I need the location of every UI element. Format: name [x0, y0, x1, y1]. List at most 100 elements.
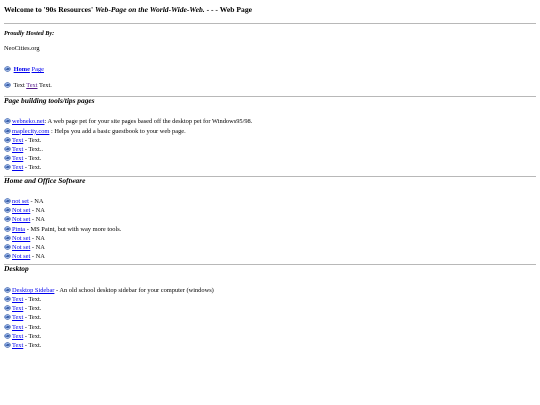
list-item: Text - Text. [4, 163, 536, 172]
item-desc: : A web page pet for your site pages bas… [44, 118, 253, 126]
globe-bullet-icon [4, 146, 11, 152]
list-item: Not set - NA [4, 215, 536, 224]
tools-list: webneko.net: A web page pet for your sit… [4, 117, 536, 172]
globe-bullet-icon [4, 198, 11, 204]
list-item: Text - Text. [4, 295, 536, 304]
home-row: Home Page [4, 66, 536, 73]
globe-bullet-icon [4, 323, 11, 330]
home-link[interactable]: Home [14, 66, 30, 73]
list-item: Text - Text. [4, 323, 536, 332]
section-heading-software: Home and Office Software [4, 175, 86, 185]
item-desc: - Text. [23, 296, 42, 304]
list-item: Text - Text.. [4, 145, 536, 154]
list-item: Text - Text. [4, 154, 536, 163]
desktop-list: Desktop Sidebar - An old school desktop … [4, 286, 536, 350]
item-link[interactable]: Text [12, 314, 23, 321]
item-desc: - NA [28, 198, 44, 206]
item-desc: - NA [30, 216, 45, 224]
item-link[interactable]: Text [12, 324, 23, 331]
item-link[interactable]: Text [12, 305, 23, 312]
item-desc: - MS Paint, but with way more tools. [25, 225, 122, 233]
list-item: Not set - NA [4, 206, 536, 215]
item-desc: - NA [30, 244, 45, 252]
item-desc: - Text. [23, 342, 42, 350]
item-desc: - Text.. [23, 146, 43, 153]
item-desc: - Text. [23, 305, 42, 313]
item-link[interactable]: Text [12, 333, 23, 340]
divider [4, 22, 536, 24]
text-row-link[interactable]: Text [26, 82, 37, 89]
title-plain: Welcome to '90s Resources' [4, 5, 94, 14]
globe-bullet-icon [4, 81, 11, 88]
list-item: Not set - NA [4, 234, 536, 243]
item-link[interactable]: not set [12, 198, 29, 205]
item-link[interactable]: Text [12, 137, 23, 144]
globe-bullet-icon [4, 333, 11, 339]
page-title: Welcome to '90s Resources' Web-Page on t… [4, 4, 536, 15]
globe-bullet-icon [4, 287, 11, 293]
text-row-a: Text [13, 81, 25, 89]
item-link[interactable]: Not set [12, 216, 30, 223]
list-item: Pinta - MS Paint, but with way more tool… [4, 225, 536, 234]
item-link[interactable]: Text [12, 164, 23, 171]
item-desc: - NA [30, 234, 45, 242]
list-item: Text - Text. [4, 136, 536, 145]
item-link[interactable]: maplecity.com [12, 128, 49, 135]
globe-bullet-icon [4, 216, 11, 223]
text-row: Text Text Text. [4, 82, 536, 89]
globe-bullet-icon [4, 342, 11, 348]
list-item: Not set - NA [4, 252, 536, 261]
page: Welcome to '90s Resources' Web-Page on t… [0, 0, 540, 350]
item-desc: : Helps you add a basic guestbook to you… [49, 127, 186, 135]
title-tail: - - - Web Page [206, 5, 252, 14]
item-desc: - Text. [23, 164, 42, 172]
title-italic: Web-Page on the World-Wide-Web. [94, 5, 205, 14]
item-desc: - Text. [23, 314, 42, 322]
software-list: not set - NA Not set - NA Not set - NA Pint… [4, 197, 536, 261]
list-item: Text - Text. [4, 304, 536, 313]
item-link[interactable]: Not set [12, 207, 30, 214]
globe-bullet-icon [4, 253, 11, 259]
text-row-b: Text. [38, 81, 52, 89]
list-item: webneko.net: A web page pet for your sit… [4, 117, 536, 126]
list-item: Not set - NA [4, 243, 536, 252]
globe-bullet-icon [4, 118, 11, 125]
item-desc: - An old school desktop sidebar for your… [54, 286, 214, 294]
globe-bullet-icon [4, 314, 11, 321]
globe-bullet-icon [4, 66, 11, 72]
globe-bullet-icon [4, 127, 11, 134]
globe-bullet-icon [4, 164, 11, 171]
list-item: Text - Text. [4, 332, 536, 341]
item-desc: - NA [30, 253, 45, 261]
item-link[interactable]: Not set [12, 253, 30, 260]
item-desc: - NA [30, 207, 45, 215]
globe-bullet-icon [4, 296, 11, 302]
item-link[interactable]: Text [12, 296, 23, 303]
item-link[interactable]: Text [12, 146, 23, 153]
list-item: Text - Text. [4, 341, 536, 350]
item-desc: - Text. [23, 155, 42, 163]
item-link[interactable]: webneko.net [12, 118, 44, 125]
item-link[interactable]: Not set [12, 235, 30, 242]
list-item: maplecity.com : Helps you add a basic gu… [4, 127, 536, 136]
home-page-link[interactable]: Page [32, 66, 44, 73]
globe-bullet-icon [4, 225, 11, 232]
list-item: Text - Text. [4, 313, 536, 322]
item-link[interactable]: Text [12, 342, 23, 349]
globe-bullet-icon [4, 137, 11, 143]
globe-bullet-icon [4, 235, 11, 241]
globe-bullet-icon [4, 155, 11, 161]
hosted-heading: Proudly Hosted By: [4, 29, 55, 37]
item-link[interactable]: Desktop Sidebar [12, 287, 54, 294]
globe-bullet-icon [4, 244, 11, 250]
section-heading-desktop: Desktop [4, 264, 29, 274]
item-desc: - Text. [23, 323, 42, 331]
globe-bullet-icon [4, 305, 11, 311]
item-link[interactable]: Not set [12, 244, 30, 251]
item-link[interactable]: Pinta [12, 226, 25, 233]
section-heading-tools: Page building tools/tips pages [4, 95, 95, 105]
list-item: Desktop Sidebar - An old school desktop … [4, 286, 536, 295]
host-name: NeoCities.org [4, 44, 40, 52]
item-link[interactable]: Text [12, 155, 23, 162]
item-desc: - Text. [23, 136, 42, 144]
